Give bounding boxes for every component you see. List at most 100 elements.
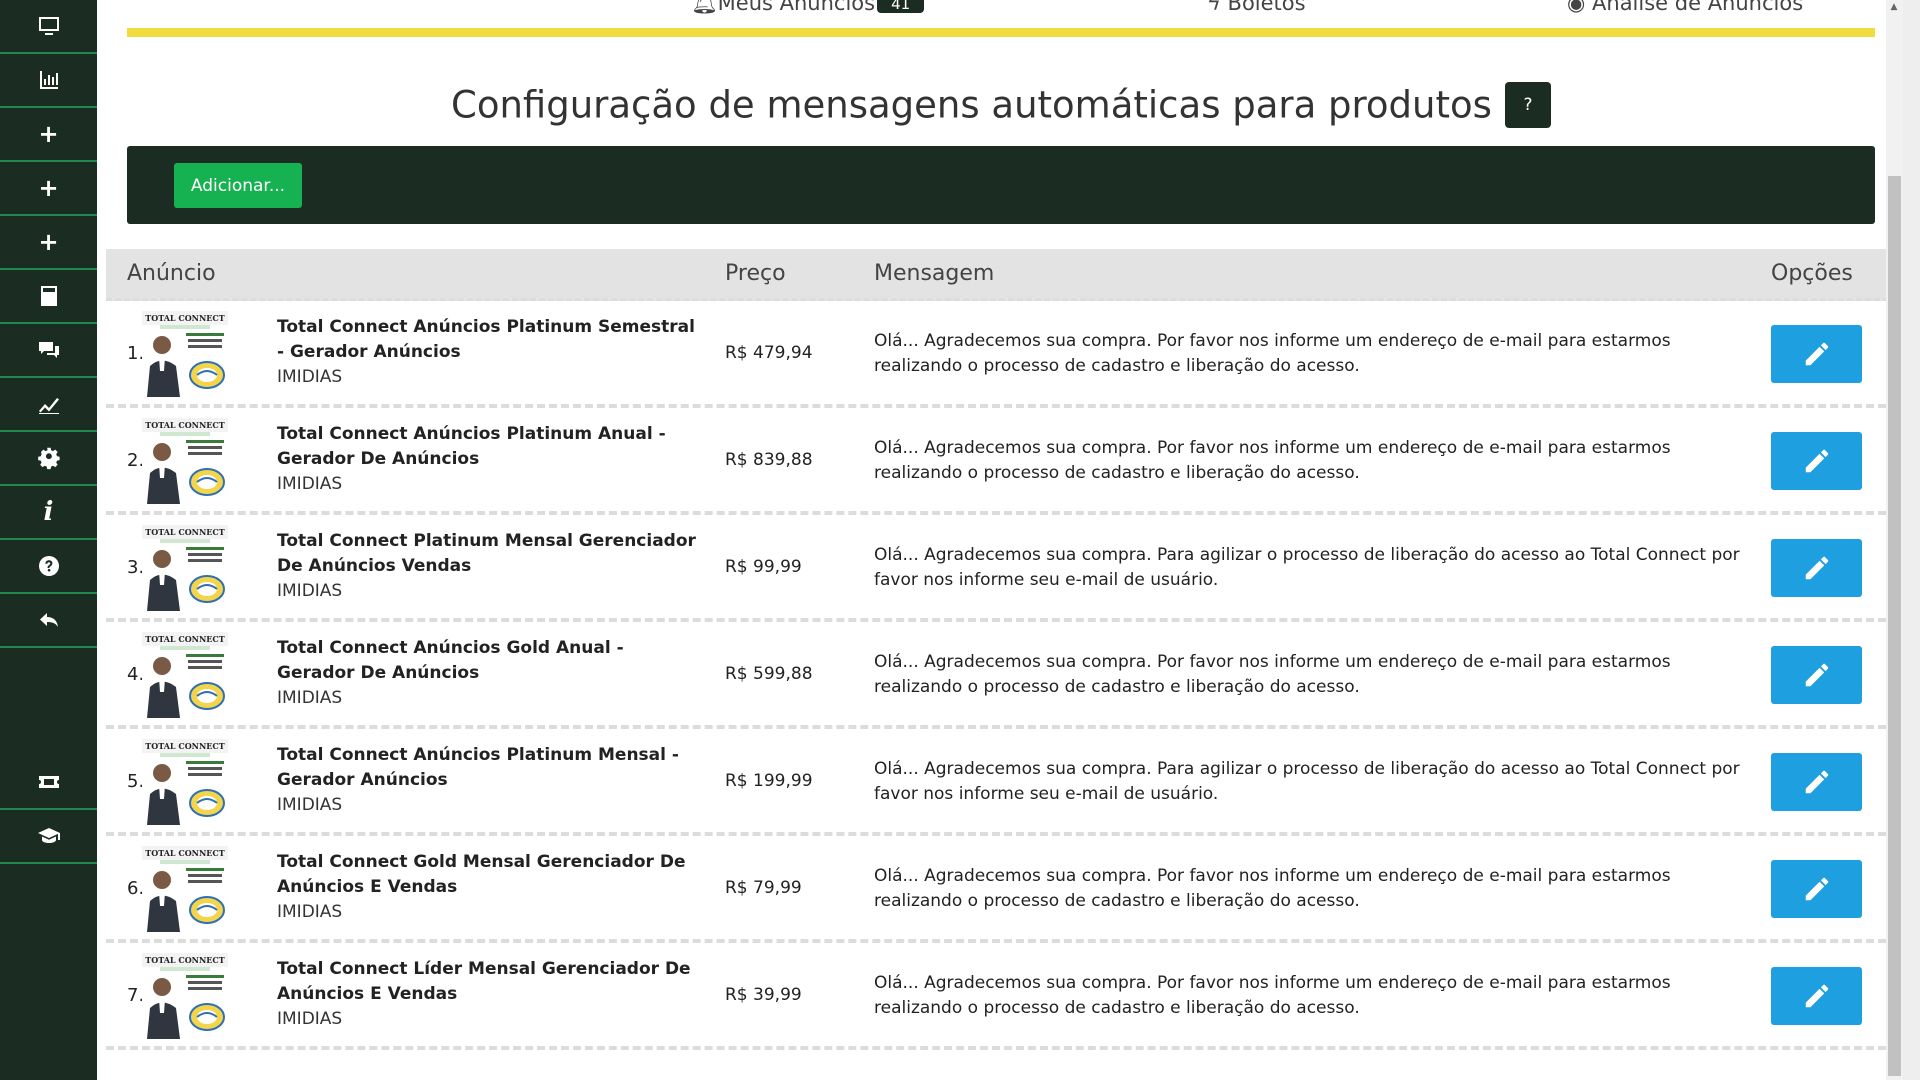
header-preco: Preço xyxy=(725,261,786,286)
product-logo-text: TOTAL CONNECT xyxy=(145,313,224,323)
toolbar: Adicionar... xyxy=(127,146,1875,224)
sidebar-item-calculator[interactable] xyxy=(0,270,97,324)
edit-button[interactable] xyxy=(1771,753,1862,811)
product-logo-text: TOTAL CONNECT xyxy=(145,634,224,644)
seller-name: IMIDIAS xyxy=(277,688,343,708)
sidebar-item-reports[interactable] xyxy=(0,54,97,108)
product-price: R$ 39,99 xyxy=(725,985,802,1005)
pencil-icon xyxy=(1805,984,1828,1008)
bell-icon: 🔔︎ xyxy=(691,0,718,14)
sidebar-item-analytics[interactable] xyxy=(0,378,97,432)
scrollbar-thumb[interactable] xyxy=(1888,176,1901,1076)
product-image: TOTAL CONNECT xyxy=(142,739,228,825)
product-image: TOTAL CONNECT xyxy=(142,418,228,504)
product-title[interactable]: Total Connect Anúncios Platinum Semestra… xyxy=(277,315,697,365)
auto-message: Olá... Agradecemos sua compra. Por favor… xyxy=(874,331,1671,376)
pencil-icon xyxy=(1805,449,1828,473)
pencil-icon xyxy=(1805,877,1828,901)
product-logo-text: TOTAL CONNECT xyxy=(145,955,224,965)
product-image: TOTAL CONNECT xyxy=(142,846,228,932)
monitor-icon xyxy=(38,17,59,35)
product-thumbnail: TOTAL CONNECT xyxy=(142,525,228,611)
page-title: Configuração de mensagens automáticas pa… xyxy=(450,83,1492,127)
header-anuncio: Anúncio xyxy=(127,261,216,286)
edit-button[interactable] xyxy=(1771,967,1862,1025)
table-row: 3. TOTAL CONNECT Total Connect Platinum … xyxy=(106,515,1898,622)
auto-message: Olá... Agradecemos sua compra. Para agil… xyxy=(874,759,1740,804)
table-row: 2. TOTAL CONNECT Total Connect Anúncios … xyxy=(106,408,1898,515)
edit-button[interactable] xyxy=(1771,646,1862,704)
tab-boletos[interactable]: ϟ Boletos xyxy=(1207,0,1306,14)
seller-name: IMIDIAS xyxy=(277,902,343,922)
product-title[interactable]: Total Connect Anúncios Gold Anual - Gera… xyxy=(277,636,697,686)
edit-button[interactable] xyxy=(1771,539,1862,597)
scrollbar[interactable]: ▲ xyxy=(1886,0,1903,1080)
product-thumbnail: TOTAL CONNECT xyxy=(142,953,228,1039)
table-row: 4. TOTAL CONNECT Total Connect Anúncios … xyxy=(106,622,1898,729)
sidebar-item-back[interactable] xyxy=(0,594,97,648)
ticket-icon xyxy=(38,776,59,788)
product-title[interactable]: Total Connect Anúncios Platinum Anual - … xyxy=(277,422,697,472)
sidebar-item-info[interactable]: i xyxy=(0,486,97,540)
auto-message: Olá... Agradecemos sua compra. Para agil… xyxy=(874,545,1740,590)
help-icon xyxy=(38,556,59,576)
pencil-icon xyxy=(1805,663,1828,687)
sidebar-item-help[interactable] xyxy=(0,540,97,594)
product-title[interactable]: Total Connect Gold Mensal Gerenciador De… xyxy=(277,850,697,900)
sidebar-item-courses[interactable] xyxy=(0,810,97,864)
help-button[interactable]: ? xyxy=(1505,82,1552,128)
tab-meus-anuncios[interactable]: 🔔︎Meus Anúncios 41 xyxy=(691,0,925,14)
calculator-icon xyxy=(40,286,57,306)
tab-boletos-label: Boletos xyxy=(1227,0,1306,14)
auto-message: Olá... Agradecemos sua compra. Por favor… xyxy=(874,973,1671,1018)
sidebar-item-messages[interactable] xyxy=(0,324,97,378)
product-logo-text: TOTAL CONNECT xyxy=(145,527,224,537)
sidebar-item-tickets[interactable] xyxy=(0,756,97,810)
sidebar-item-add-1[interactable]: + xyxy=(0,108,97,162)
seller-name: IMIDIAS xyxy=(277,367,343,387)
product-thumbnail: TOTAL CONNECT xyxy=(142,846,228,932)
messages-table: Anúncio Preço Mensagem Opções 1. TOTAL C… xyxy=(106,249,1898,1050)
product-title[interactable]: Total Connect Líder Mensal Gerenciador D… xyxy=(277,957,697,1007)
table-body: 1. TOTAL CONNECT Total Connect Anúncios … xyxy=(106,301,1898,1050)
tab-meus-anuncios-label: Meus Anúncios xyxy=(717,0,876,14)
info-icon: i xyxy=(43,497,54,527)
product-price: R$ 79,99 xyxy=(725,878,802,898)
product-image: TOTAL CONNECT xyxy=(142,632,228,718)
edit-button[interactable] xyxy=(1771,325,1862,383)
edit-button[interactable] xyxy=(1771,860,1862,918)
product-thumbnail: TOTAL CONNECT xyxy=(142,311,228,397)
edit-button[interactable] xyxy=(1771,432,1862,490)
sidebar-item-add-2[interactable]: + xyxy=(0,162,97,216)
product-title[interactable]: Total Connect Anúncios Platinum Mensal -… xyxy=(277,743,697,793)
pencil-icon xyxy=(1805,770,1828,794)
product-title[interactable]: Total Connect Platinum Mensal Gerenciado… xyxy=(277,529,697,579)
line-chart-icon xyxy=(38,398,59,414)
product-image: TOTAL CONNECT xyxy=(142,525,228,611)
add-button[interactable]: Adicionar... xyxy=(174,163,302,208)
tab-analise[interactable]: ◉ Análise de Anúncios xyxy=(1567,0,1803,14)
table-row: 1. TOTAL CONNECT Total Connect Anúncios … xyxy=(106,301,1898,408)
table-row: 6. TOTAL CONNECT Total Connect Gold Mens… xyxy=(106,836,1898,943)
main-content: 🔔︎Meus Anúncios 41 ϟ Boletos ◉ Análise de… xyxy=(97,0,1903,1080)
header-opcoes: Opções xyxy=(1771,261,1853,286)
bar-chart-icon xyxy=(39,71,58,89)
plus-icon: + xyxy=(38,174,59,202)
auto-message: Olá... Agradecemos sua compra. Por favor… xyxy=(874,652,1671,697)
product-image: TOTAL CONNECT xyxy=(142,311,228,397)
count-badge: 41 xyxy=(877,0,925,13)
product-thumbnail: TOTAL CONNECT xyxy=(142,632,228,718)
pencil-icon xyxy=(1805,556,1828,580)
seller-name: IMIDIAS xyxy=(277,581,343,601)
pencil-icon xyxy=(1805,342,1828,366)
sidebar-item-dashboard[interactable] xyxy=(0,0,97,54)
scroll-up-arrow[interactable]: ▲ xyxy=(1889,2,1899,12)
sidebar-item-add-3[interactable]: + xyxy=(0,216,97,270)
seller-name: IMIDIAS xyxy=(277,795,343,815)
graduation-cap-icon xyxy=(37,828,60,843)
gear-icon xyxy=(37,447,60,470)
auto-message: Olá... Agradecemos sua compra. Por favor… xyxy=(874,866,1671,911)
seller-name: IMIDIAS xyxy=(277,1009,343,1029)
sidebar-item-settings[interactable] xyxy=(0,432,97,486)
